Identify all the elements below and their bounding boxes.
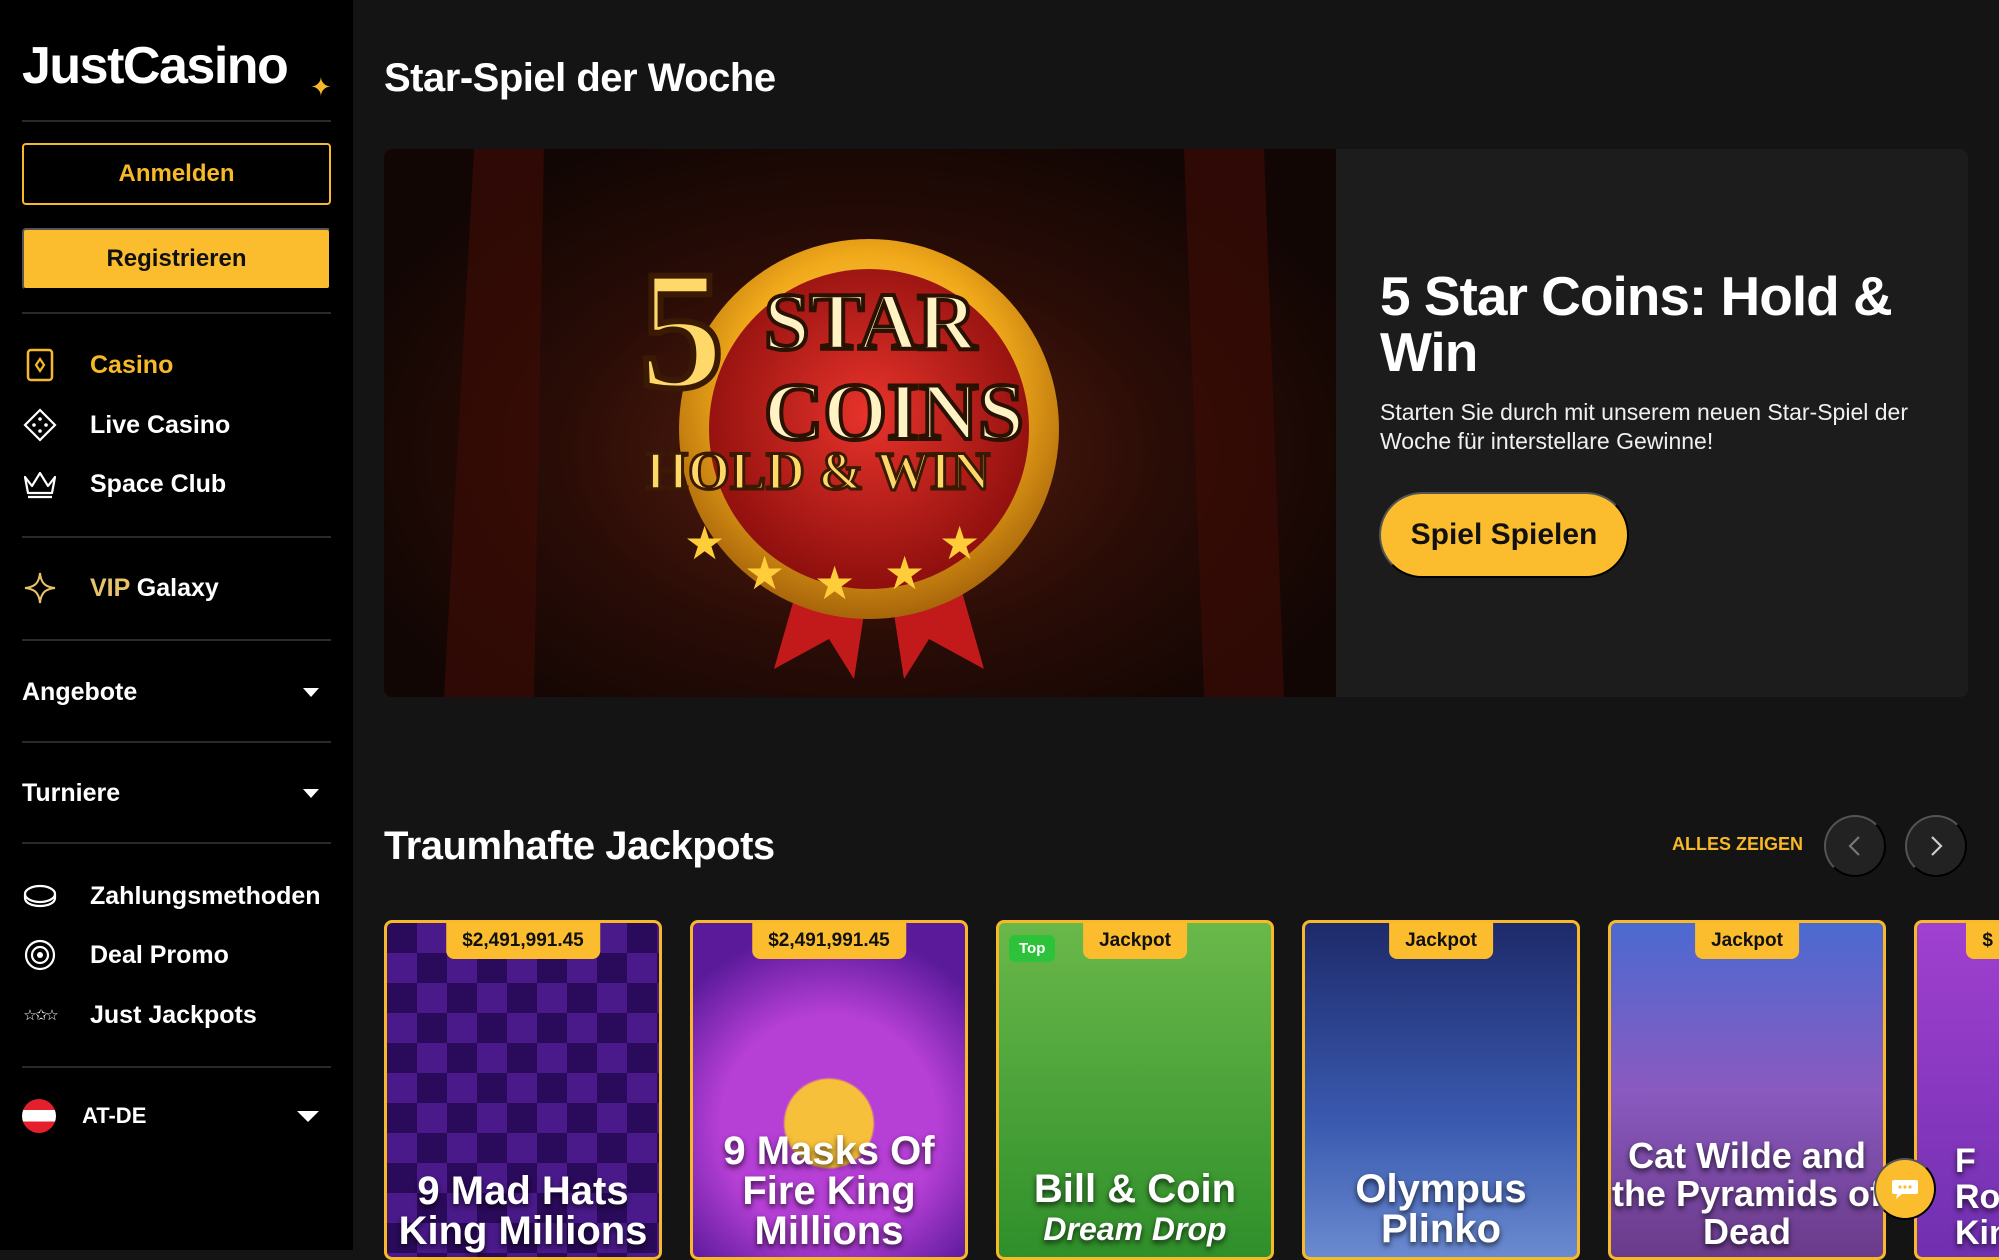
game-card[interactable]: Jackpot Cat Wilde and the Pyramids of De…: [1608, 920, 1886, 1260]
austria-flag-icon: [22, 1099, 56, 1133]
dropdown-angebote[interactable]: Angebote: [22, 670, 331, 714]
chevron-right-icon: [1931, 836, 1943, 856]
nav-item-label: Deal Promo: [90, 940, 229, 969]
svg-text:★: ★: [744, 547, 785, 599]
target-icon: [22, 937, 58, 973]
divider: [22, 741, 331, 743]
nav-item-space-club[interactable]: Space Club: [22, 462, 331, 506]
nav-item-label: Live Casino: [90, 410, 231, 439]
featured-game-image[interactable]: 5 STAR COINS HOLD & WIN ★ ★ ★ ★ ★: [384, 149, 1336, 697]
jackpot-badge: Jackpot: [1389, 923, 1493, 959]
nav-item-live-casino[interactable]: Live Casino: [22, 403, 331, 447]
game-title: 9 Mad Hats King Millions: [398, 1169, 648, 1253]
locale-group: AT-DE: [22, 1099, 146, 1133]
coin-icon: [22, 878, 58, 914]
dropdown-turniere[interactable]: Turniere: [22, 771, 331, 815]
nav-item-just-jackpots[interactable]: ☆✩☆ Just Jackpots: [22, 993, 331, 1037]
svg-text:★: ★: [684, 517, 725, 569]
game-title: Olympus Plinko: [1355, 1167, 1527, 1251]
nav-item-label: Casino: [90, 350, 174, 379]
stars-icon: ☆✩☆: [23, 1007, 58, 1024]
locale-selector[interactable]: AT-DE: [22, 1094, 331, 1138]
chevron-down-icon: [303, 687, 319, 697]
chevron-down-icon: [297, 1110, 319, 1122]
nav-item-label: VIP Galaxy: [90, 574, 219, 603]
game-title: Bill & Coin: [1033, 1167, 1237, 1211]
carousel-prev-button[interactable]: [1824, 815, 1886, 877]
show-all-link[interactable]: ALLES ZEIGEN: [1672, 834, 1803, 855]
featured-game-artwork: 5 STAR COINS HOLD & WIN ★ ★ ★ ★ ★: [444, 149, 1284, 697]
featured-game-description: Starten Sie durch mit unserem neuen Star…: [1380, 399, 1908, 454]
locale-label: AT-DE: [82, 1103, 147, 1128]
svg-text:★: ★: [939, 517, 980, 569]
game-title-group: Bill & Coin Dream Drop: [999, 1169, 1271, 1249]
crown-icon: [22, 466, 58, 502]
svg-text:5: 5: [639, 236, 724, 424]
play-game-button[interactable]: Spiel Spielen: [1379, 492, 1629, 578]
featured-section-title: Star-Spiel der Woche: [384, 56, 776, 100]
chat-button[interactable]: [1874, 1158, 1936, 1220]
jackpot-badge: Jackpot: [1083, 923, 1187, 959]
logo[interactable]: JustCasino: [22, 36, 289, 96]
sidebar: JustCasino ✦ Anmelden Registrieren Casin…: [0, 0, 353, 1250]
nav-item-vip-galaxy[interactable]: VIP Galaxy: [22, 566, 331, 610]
divider: [22, 120, 331, 122]
game-subtitle: Dream Drop: [1043, 1211, 1227, 1247]
chat-icon: [1892, 1180, 1918, 1199]
logo-star-icon: ✦: [310, 72, 332, 102]
nav-item-label: Space Club: [90, 469, 227, 498]
jackpots-section-title: Traumhafte Jackpots: [384, 824, 775, 868]
jackpot-badge: $2,491,991.45: [446, 923, 600, 959]
game-card[interactable]: $2,491,991.45 9 Mad Hats King Millions: [384, 920, 662, 1260]
vip-label: Galaxy: [136, 573, 219, 602]
svg-text:HOLD & WIN: HOLD & WIN: [646, 441, 990, 501]
vip-prefix: VIP: [90, 573, 130, 602]
chevron-left-icon: [1848, 836, 1860, 856]
nav-item-deal-promo[interactable]: Deal Promo: [22, 933, 331, 977]
sparkle-icon: [22, 570, 58, 606]
svg-text:STAR: STAR: [764, 276, 977, 367]
dropdown-label: Turniere: [22, 778, 121, 807]
nav-item-zahlungsmethoden[interactable]: Zahlungsmethoden: [22, 874, 331, 918]
nav-item-label: Just Jackpots: [90, 1000, 257, 1029]
divider: [22, 312, 331, 314]
card-icon: [22, 347, 58, 383]
game-title: 9 Masks Of Fire King Millions: [723, 1129, 935, 1253]
nav-item-casino[interactable]: Casino: [22, 343, 331, 387]
nav-item-label: Zahlungsmethoden: [90, 881, 321, 910]
divider: [22, 639, 331, 641]
jackpot-badge: $2,491,991.45: [752, 923, 906, 959]
game-card[interactable]: $2,491,991.45 9 Masks Of Fire King Milli…: [690, 920, 968, 1260]
svg-text:★: ★: [884, 547, 925, 599]
chevron-down-icon: [303, 788, 319, 798]
divider: [22, 1066, 331, 1068]
game-card[interactable]: Top Jackpot Bill & Coin Dream Drop: [996, 920, 1274, 1260]
register-button[interactable]: Registrieren: [22, 228, 331, 290]
dropdown-label: Angebote: [22, 677, 138, 706]
game-card[interactable]: Jackpot Olympus Plinko: [1302, 920, 1580, 1260]
top-badge: Top: [1009, 935, 1056, 962]
game-title: Cat Wilde and the Pyramids of Dead: [1611, 1135, 1883, 1252]
dice-icon: [22, 407, 58, 443]
login-button[interactable]: Anmelden: [22, 143, 331, 205]
jackpot-badge: Jackpot: [1695, 923, 1799, 959]
svg-text:★: ★: [814, 557, 855, 609]
jackpot-badge: $: [1966, 923, 1999, 959]
featured-game-info: 5 Star Coins: Hold & Win Starten Sie dur…: [1380, 268, 1940, 456]
divider: [22, 536, 331, 538]
featured-game-title: 5 Star Coins: Hold & Win: [1380, 265, 1893, 383]
carousel-next-button[interactable]: [1905, 815, 1967, 877]
divider: [22, 842, 331, 844]
